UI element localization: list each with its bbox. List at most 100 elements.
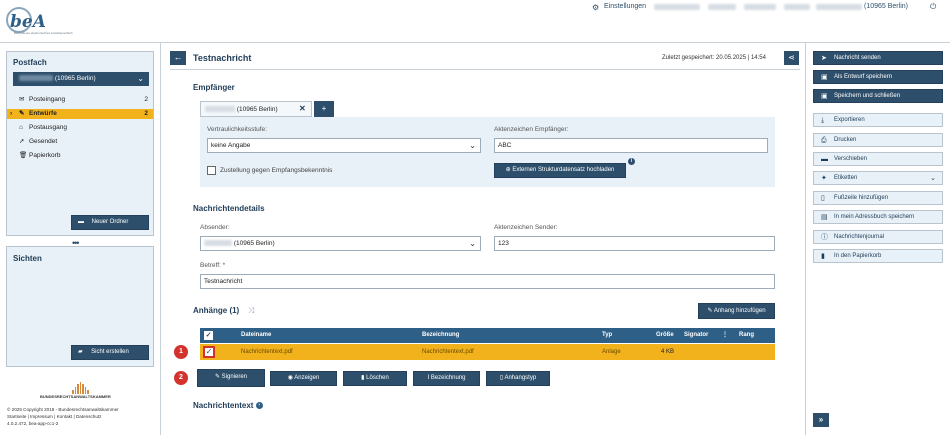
user-menu[interactable]: (10965 Berlin) <box>864 3 908 10</box>
move-button[interactable]: ▬ Verschieben <box>813 152 943 166</box>
folder-label: Postausgang <box>29 124 67 131</box>
trash-icon: ▮ <box>361 375 365 381</box>
button-label: Etiketten <box>834 175 858 181</box>
attachment-type-button[interactable]: ▯ Anhangstyp <box>486 371 550 386</box>
step-badge-2: 2 <box>174 371 188 385</box>
create-view-button[interactable]: ▰ Sicht erstellen <box>71 345 149 360</box>
designation-label: Bezeichnung <box>430 375 466 381</box>
view-icon: ▰ <box>78 349 83 355</box>
attachment-filename[interactable]: Nachrichtentext.pdf <box>241 344 293 360</box>
recipient-ref-input[interactable]: ABC <box>494 138 768 153</box>
close-icon[interactable]: ✕ <box>299 101 306 117</box>
folder-posteingang[interactable]: ✉ Posteingang 2 <box>7 95 153 105</box>
send-message-button[interactable]: ➤ Nachricht senden <box>813 51 943 65</box>
sender-select[interactable]: (10965 Berlin) ⌄ <box>200 236 481 251</box>
double-chevron-right-icon: » <box>818 415 824 424</box>
button-label: Als Entwurf speichern <box>834 74 893 80</box>
delete-button[interactable]: ▮ Löschen <box>343 371 407 386</box>
view-label: Anzeigen <box>294 375 320 381</box>
move-to-trash-button[interactable]: ▮ In den Papierkorb <box>813 249 943 263</box>
pen-icon: ✎ <box>214 374 220 380</box>
folder-entwuerfe[interactable]: › ✎ Entwürfe 2 <box>7 109 153 119</box>
folder-label: Papierkorb <box>29 152 61 159</box>
collapse-icon[interactable]: ⤨ <box>248 306 254 316</box>
folder-postausgang[interactable]: ⌂ Postausgang <box>7 123 153 133</box>
sender-ref-input[interactable]: 123 <box>494 236 775 251</box>
print-button[interactable]: ⎙ Drucken <box>813 133 943 147</box>
row-checkbox[interactable]: ✓ <box>203 346 215 358</box>
button-label: Drucken <box>834 137 857 143</box>
save-address-book-button[interactable]: ▤ In mein Adressbuch speichern <box>813 210 943 224</box>
view-button[interactable]: ◉ Anzeigen <box>270 371 337 386</box>
divider <box>160 43 161 435</box>
gear-icon[interactable]: ⚙ <box>592 3 599 12</box>
redacted-user-info <box>708 4 736 10</box>
col-designation[interactable]: Bezeichnung <box>422 328 459 343</box>
col-filename[interactable]: Dateiname <box>241 328 271 343</box>
add-attachment-button[interactable]: ✎ Anhang hinzufügen <box>698 303 775 319</box>
subject-input[interactable]: Testnachricht <box>200 274 775 289</box>
folder-label: Gesendet <box>29 138 58 145</box>
recipient-tag[interactable]: (10965 Berlin) <box>200 101 312 117</box>
settings-link[interactable]: Einstellungen <box>604 3 646 10</box>
col-rank[interactable]: Rang <box>739 328 754 343</box>
chevron-right-icon[interactable]: › <box>255 402 263 410</box>
brak-logo-text: BUNDESRECHTSANWALTSKAMMER <box>40 394 111 399</box>
expand-sidebar-button[interactable]: » <box>813 413 829 427</box>
draft-icon: ✎ <box>19 110 25 117</box>
save-draft-button[interactable]: ▣ Als Entwurf speichern <box>813 70 943 84</box>
folder-icon: ▬ <box>821 156 828 163</box>
folder-gesendet[interactable]: ➚ Gesendet <box>7 137 153 147</box>
bea-logo[interactable]: beA <box>10 12 46 32</box>
folder-label: Entwürfe <box>29 110 57 117</box>
button-label: Speichern und schließen <box>834 93 901 99</box>
delete-label: Löschen <box>366 375 389 381</box>
receipt-checkbox[interactable] <box>207 166 216 175</box>
postfach-panel: Postfach (10965 Berlin) ⌄ ✉ Posteingang 2… <box>6 51 154 236</box>
add-recipient-button[interactable]: + <box>314 101 334 117</box>
address-book-icon: ▤ <box>821 214 828 221</box>
col-signer[interactable]: Signator <box>684 328 708 343</box>
print-icon: ⎙ <box>821 137 827 144</box>
col-type[interactable]: Typ <box>602 328 612 343</box>
share-button[interactable]: ⋖ <box>784 51 799 65</box>
eye-icon: ◉ <box>287 375 293 381</box>
sender-label: Absender: <box>200 224 230 231</box>
arrow-left-icon: ← <box>173 52 183 62</box>
divider <box>805 43 806 435</box>
chevron-down-icon: ⌄ <box>469 239 476 248</box>
redacted-user-info <box>654 4 700 10</box>
attachment-designation: Nachrichtentext.pdf <box>422 349 474 355</box>
new-folder-button[interactable]: ▬ Neuer Ordner <box>71 215 149 230</box>
button-label: In den Papierkorb <box>834 253 882 259</box>
sign-button[interactable]: ✎ Signieren <box>197 369 265 387</box>
designation-button[interactable]: I Bezeichnung <box>413 371 480 386</box>
footer-copyright: © 2025 Copyright 2018 - Bundesrechtsanwa… <box>7 407 119 412</box>
back-button[interactable]: ← <box>170 51 186 65</box>
labels-button[interactable]: ✦ Etiketten ⌄ <box>813 171 943 185</box>
save-close-button[interactable]: ▣ Speichern und schließen <box>813 89 943 103</box>
confidentiality-label: Vertraulichkeitsstufe: <box>207 126 267 133</box>
chevron-down-icon: ⌄ <box>930 175 936 182</box>
attachment-type: Anlage <box>602 349 621 355</box>
export-button[interactable]: ⤓ Exportieren <box>813 113 943 127</box>
table-row[interactable]: ✓ Nachrichtentext.pdf Nachrichtentext.pd… <box>200 344 775 360</box>
folder-papierkorb[interactable]: 🗑 Papierkorb <box>7 151 153 161</box>
power-icon[interactable]: ⏻ <box>930 2 936 12</box>
divider <box>170 69 800 70</box>
outbox-icon: ⌂ <box>19 124 23 131</box>
more-icon[interactable]: ⋮ <box>722 328 728 343</box>
download-icon: ⤓ <box>821 117 825 124</box>
add-footer-button[interactable]: ▯ Fußzeile hinzufügen <box>813 191 943 205</box>
info-icon[interactable]: i <box>628 158 635 165</box>
confidentiality-select[interactable]: keine Angabe ⌄ <box>207 138 481 153</box>
redacted-user-info <box>784 4 810 10</box>
message-text-heading: Nachrichtentext › <box>193 401 263 410</box>
upload-structured-data-button[interactable]: ⊕ Externen Strukturdatensatz hochladen <box>494 163 626 178</box>
message-journal-button[interactable]: ⓘ Nachrichtenjournal <box>813 230 943 244</box>
footer-links[interactable]: Startseite | Impressum | Kontakt | Daten… <box>7 414 101 419</box>
select-all-checkbox[interactable]: ✓ <box>204 331 213 340</box>
col-size[interactable]: Größe <box>656 328 674 343</box>
account-selector[interactable]: (10965 Berlin) ⌄ <box>13 72 149 86</box>
folder-icon: ▬ <box>78 219 84 225</box>
